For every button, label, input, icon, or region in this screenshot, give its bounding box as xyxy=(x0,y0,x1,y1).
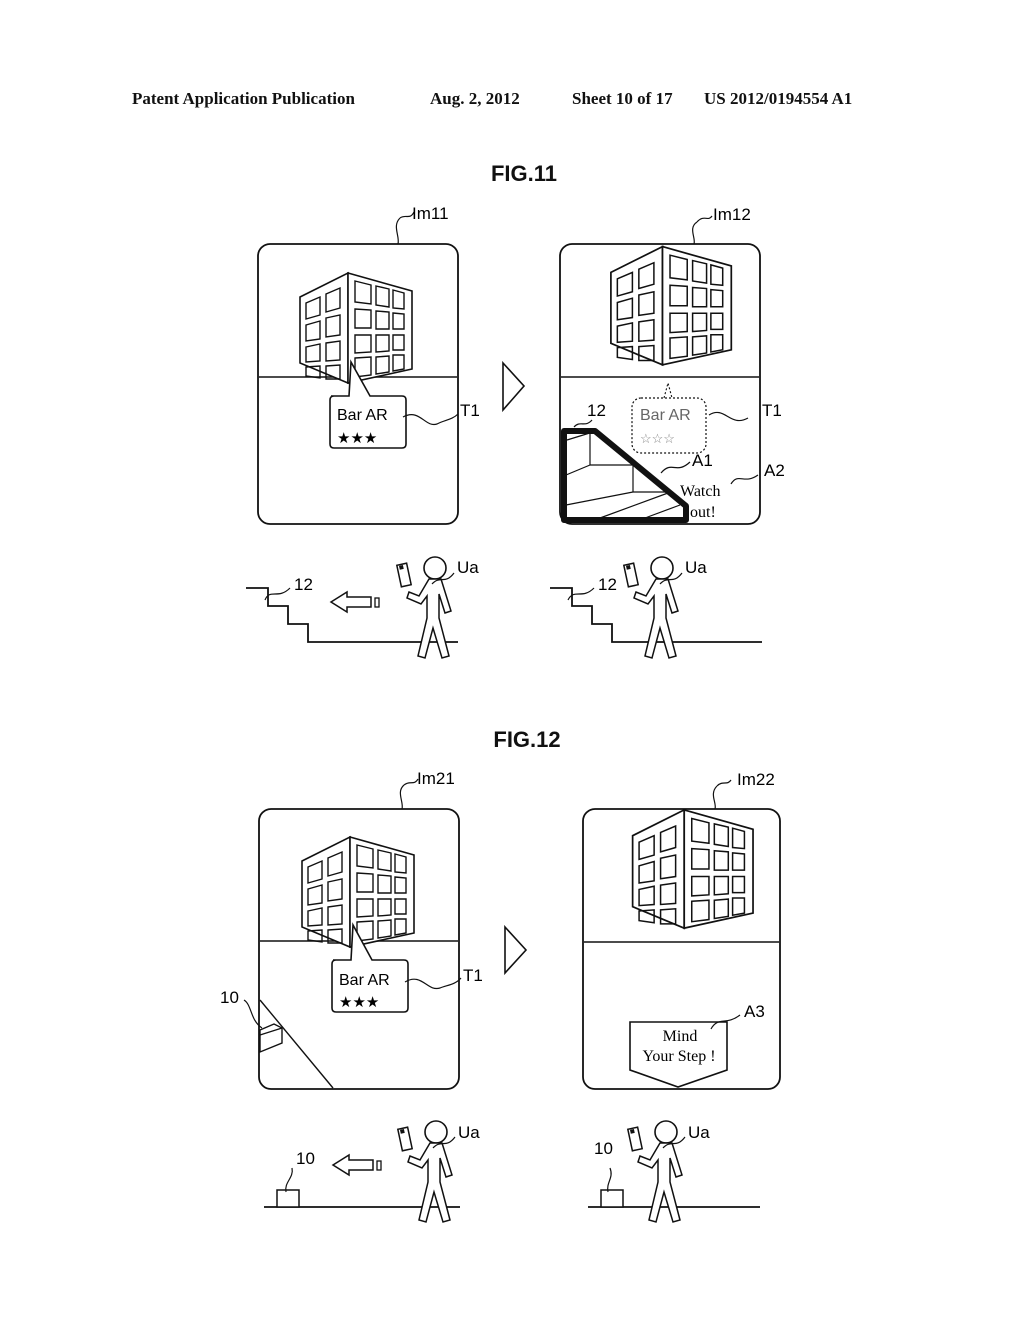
label-user-ua-4: Ua xyxy=(688,1123,710,1142)
figure-drawings: Im11 Bar AR ★★★ T1 Im12 Bar AR ☆☆☆ T1 12… xyxy=(220,204,785,1223)
label-object-10-scene-2: 10 xyxy=(594,1139,613,1158)
label-t1-im21: T1 xyxy=(463,966,483,985)
label-stairs-12-scene-2: 12 xyxy=(598,575,617,594)
transition-arrow-icon xyxy=(502,360,526,413)
faded-tag-stars: ☆☆☆ xyxy=(640,431,675,446)
faded-tag-text: Bar AR xyxy=(640,407,691,424)
warning-watch: Watch xyxy=(680,483,720,500)
panel-label-im21: Im21 xyxy=(417,769,455,788)
label-object-10-scene: 10 xyxy=(296,1149,315,1168)
panel-im21 xyxy=(243,778,462,1090)
ar-tag-text-im21: Bar AR xyxy=(339,972,390,989)
panel-im11 xyxy=(257,211,459,525)
panel-label-im22: Im22 xyxy=(737,770,775,789)
label-t1: T1 xyxy=(460,401,480,420)
label-stairs-12: 12 xyxy=(587,401,606,420)
warning-mind: Mind xyxy=(663,1028,698,1045)
ar-tag-stars: ★★★ xyxy=(337,430,377,447)
warning-out: out! xyxy=(690,504,716,521)
label-stairs-12-scene: 12 xyxy=(294,575,313,594)
panel-im12 xyxy=(559,215,761,525)
panel-label-im11: Im11 xyxy=(412,204,449,223)
label-a2: A2 xyxy=(764,461,785,480)
warning-your-step: Your Step ! xyxy=(642,1048,715,1065)
label-user-ua-3: Ua xyxy=(458,1123,480,1142)
label-a3: A3 xyxy=(744,1002,765,1021)
label-a1: A1 xyxy=(692,451,713,470)
scene-12-left xyxy=(264,1120,460,1223)
panel-label-im12: Im12 xyxy=(713,205,751,224)
scene-11-left xyxy=(245,556,459,659)
ar-tag-stars-im21: ★★★ xyxy=(339,994,379,1011)
transition-arrow-icon-2 xyxy=(504,924,528,976)
scene-11-right xyxy=(549,556,763,659)
label-user-ua: Ua xyxy=(457,558,479,577)
label-user-ua-2: Ua xyxy=(685,558,707,577)
scene-12-right xyxy=(588,1120,760,1223)
ar-tag-text: Bar AR xyxy=(337,407,388,424)
label-t1-im12: T1 xyxy=(762,401,782,420)
label-object-10: 10 xyxy=(220,988,239,1007)
